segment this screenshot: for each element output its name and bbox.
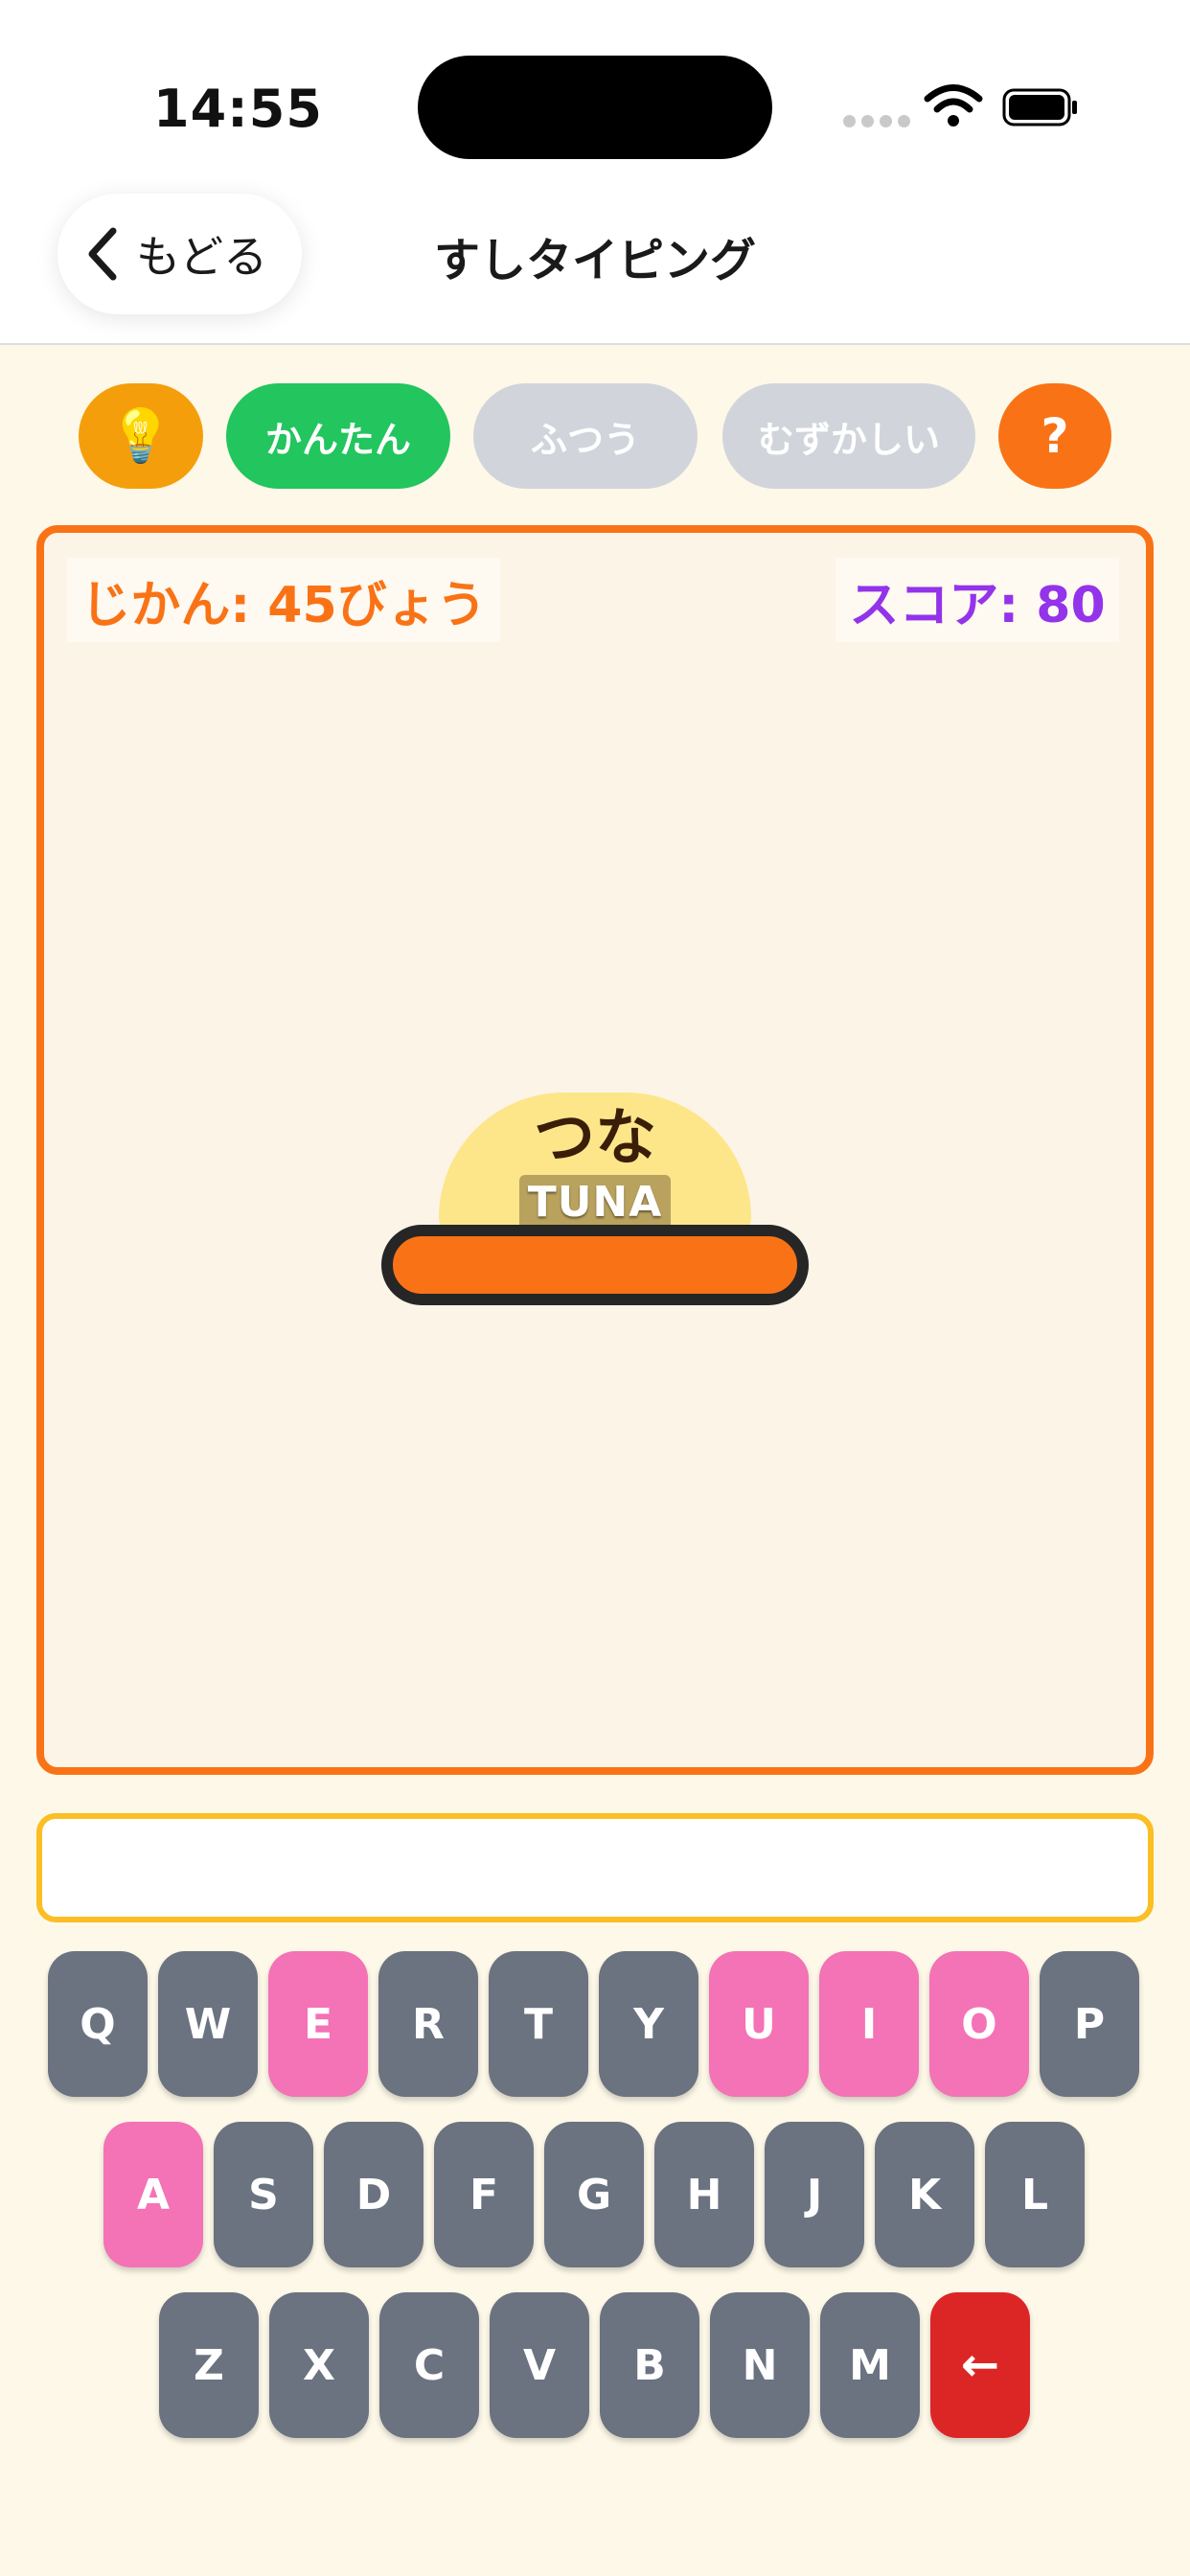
time-remaining: じかん: 45びょう bbox=[67, 558, 500, 642]
key-v[interactable]: V bbox=[490, 2292, 589, 2438]
status-bar: 14:55 bbox=[0, 0, 1190, 182]
help-button[interactable]: ? bbox=[998, 383, 1111, 489]
backspace-key[interactable]: ← bbox=[930, 2292, 1030, 2438]
wifi-icon bbox=[924, 84, 983, 126]
battery-icon bbox=[1002, 88, 1077, 126]
key-u[interactable]: U bbox=[709, 1951, 809, 2097]
key-z[interactable]: Z bbox=[159, 2292, 259, 2438]
key-l[interactable]: L bbox=[985, 2122, 1085, 2267]
key-e[interactable]: E bbox=[268, 1951, 368, 2097]
lightbulb-icon: 💡 bbox=[108, 405, 173, 466]
key-x[interactable]: X bbox=[269, 2292, 369, 2438]
dynamic-island bbox=[418, 56, 772, 159]
hint-button[interactable]: 💡 bbox=[79, 383, 203, 489]
key-y[interactable]: Y bbox=[599, 1951, 698, 2097]
key-a[interactable]: A bbox=[103, 2122, 203, 2267]
difficulty-normal-button[interactable]: ふつう bbox=[473, 383, 698, 489]
toolbar: 💡 かんたん ふつう むずかしい ? bbox=[0, 383, 1190, 491]
page-title: すしタイピング bbox=[433, 234, 756, 288]
sushi-plate bbox=[381, 1225, 809, 1305]
key-p[interactable]: P bbox=[1040, 1951, 1139, 2097]
key-m[interactable]: M bbox=[820, 2292, 920, 2438]
key-g[interactable]: G bbox=[544, 2122, 644, 2267]
key-j[interactable]: J bbox=[765, 2122, 864, 2267]
key-i[interactable]: I bbox=[819, 1951, 919, 2097]
sushi-kana-label: つな bbox=[534, 1103, 656, 1174]
key-n[interactable]: N bbox=[710, 2292, 810, 2438]
status-time: 14:55 bbox=[153, 79, 323, 139]
key-b[interactable]: B bbox=[600, 2292, 699, 2438]
key-o[interactable]: O bbox=[929, 1951, 1029, 2097]
key-f[interactable]: F bbox=[434, 2122, 534, 2267]
key-k[interactable]: K bbox=[875, 2122, 974, 2267]
key-r[interactable]: R bbox=[378, 1951, 478, 2097]
answer-input[interactable] bbox=[36, 1813, 1154, 1922]
sushi-romaji-label: TUNA bbox=[519, 1175, 671, 1230]
sushi-piece: つな TUNA bbox=[381, 1092, 809, 1305]
key-c[interactable]: C bbox=[379, 2292, 479, 2438]
key-s[interactable]: S bbox=[214, 2122, 313, 2267]
difficulty-easy-button[interactable]: かんたん bbox=[226, 383, 450, 489]
signal-icon bbox=[843, 113, 916, 131]
key-d[interactable]: D bbox=[324, 2122, 423, 2267]
key-w[interactable]: W bbox=[158, 1951, 258, 2097]
key-h[interactable]: H bbox=[654, 2122, 754, 2267]
key-q[interactable]: Q bbox=[48, 1951, 148, 2097]
score-display: スコア: 80 bbox=[835, 558, 1119, 642]
key-t[interactable]: T bbox=[489, 1951, 588, 2097]
difficulty-hard-button[interactable]: むずかしい bbox=[722, 383, 975, 489]
